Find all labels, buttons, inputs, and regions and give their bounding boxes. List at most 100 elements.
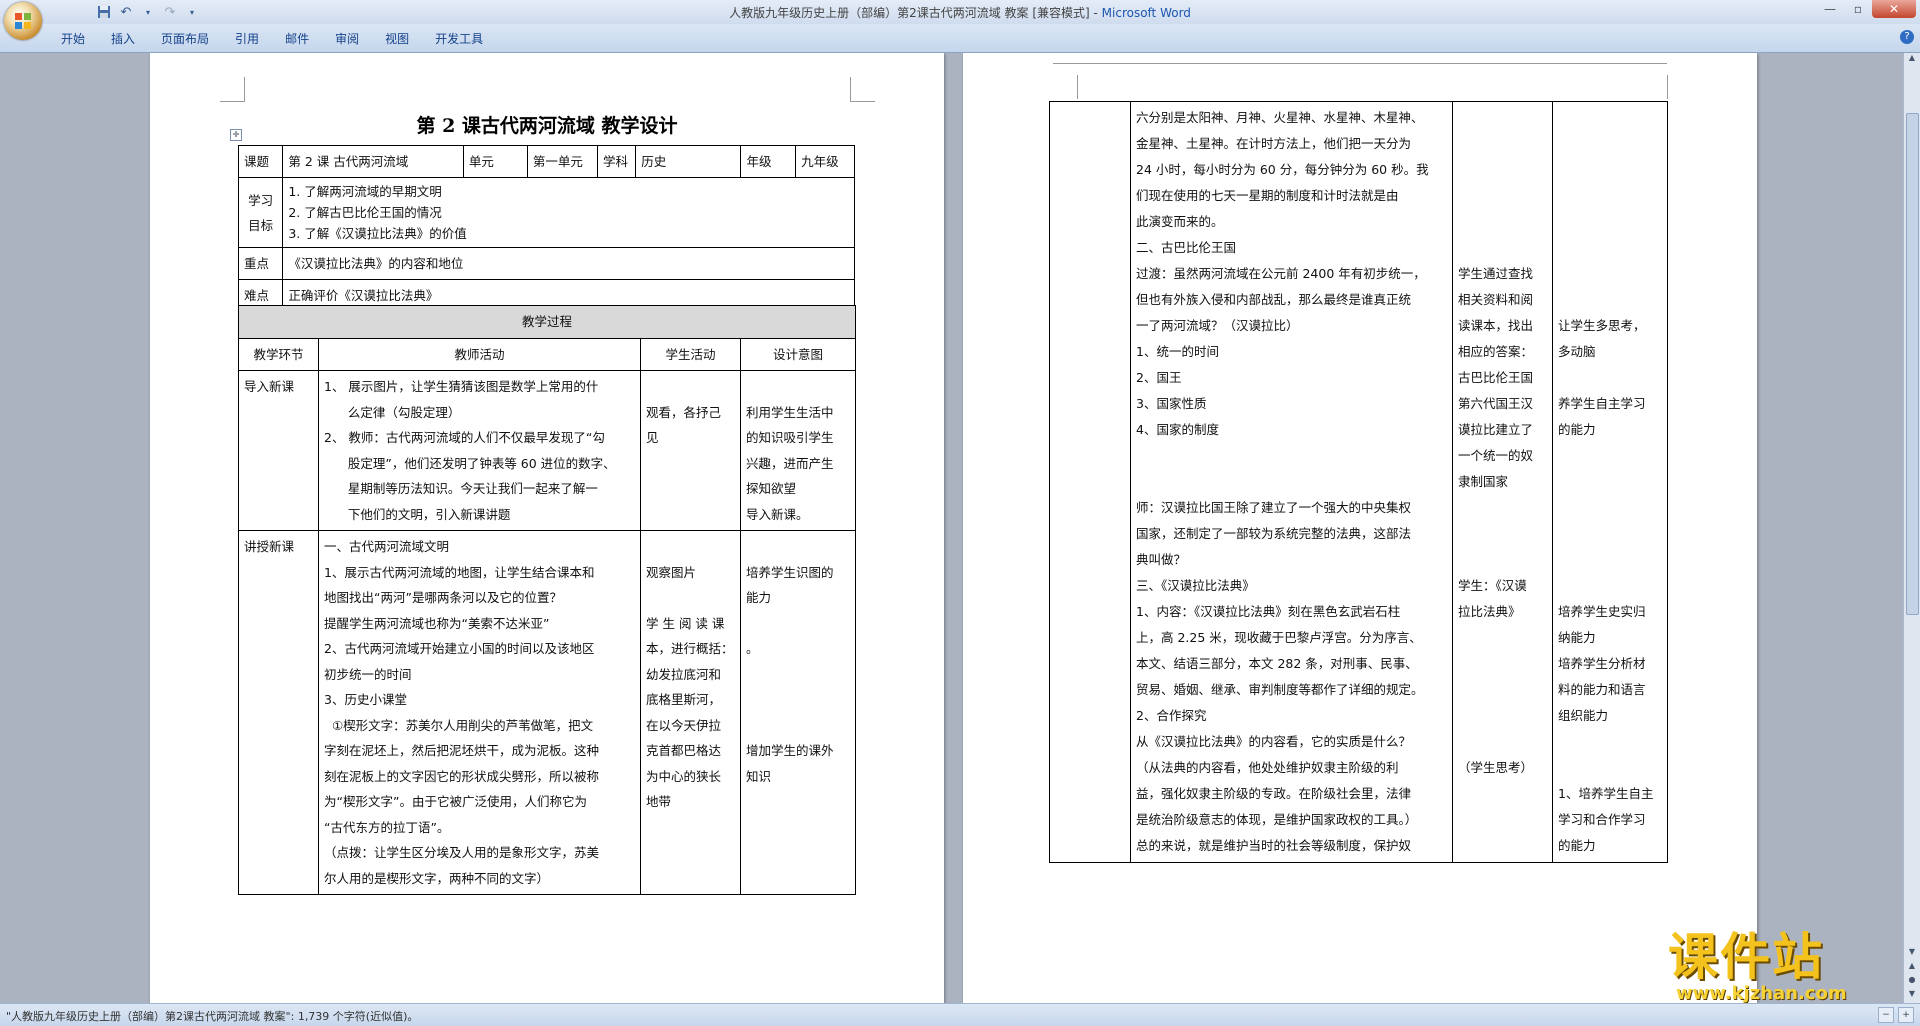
text-line: 刻在泥板上的文字因它的形状成尖劈形，所以被称 (324, 768, 600, 784)
text-line (1558, 573, 1662, 599)
window-controls: — ▫ ✕ (1816, 0, 1916, 18)
text-line: 1、统一的时间 (1136, 344, 1219, 359)
text-line (746, 866, 850, 892)
text-line: 提醒学生两河流域也称为“美索不达米亚” (324, 615, 550, 631)
text-line: 国家，还制定了一部较为系统完整的法典，这部法 (1136, 526, 1412, 541)
text-line: 克首都巴格达 (646, 743, 722, 758)
text-line (646, 866, 735, 892)
window-title-app: Microsoft Word (1101, 6, 1191, 20)
text-line: 学生通过查找 (1458, 266, 1534, 281)
text-line (1458, 651, 1547, 677)
unit-value[interactable]: 第一单元 (526, 145, 599, 178)
close-button[interactable]: ✕ (1872, 0, 1916, 18)
minimize-button[interactable]: — (1816, 0, 1844, 18)
tab-view[interactable]: 视图 (372, 28, 422, 49)
text-line (1558, 157, 1662, 183)
text-line: （学生思考） (1458, 760, 1534, 775)
text-line: 24 小时，每小时分为 60 分，每分钟分为 60 秒。我 (1136, 162, 1429, 177)
stage-cell[interactable] (1049, 101, 1131, 863)
text-line: 2、 教师：古代两河流域的人们不仅最早发现了“勾 (324, 430, 605, 445)
text-line: 一了两河流域？（汉谟拉比） (1136, 318, 1299, 333)
scroll-up-arrow-icon[interactable]: ▲ (1904, 53, 1920, 67)
table-row: 六分别是太阳神、月神、火星神、水星神、木星神、 金星神、土星神。在计时方法上，他们… (1049, 101, 1668, 863)
text-line (1458, 625, 1547, 651)
select-browse-object-icon[interactable]: ● (1904, 975, 1920, 989)
previous-page-icon[interactable]: ▲ (1904, 961, 1920, 975)
text-line: 是统治阶级意志的体现，是维护国家政权的工具。） (1136, 812, 1418, 827)
ribbon-tabs: 开始 插入 页面布局 引用 邮件 审阅 视图 开发工具 (48, 28, 496, 49)
tab-mailings[interactable]: 邮件 (272, 28, 322, 49)
text-line (746, 611, 850, 637)
text-line (1558, 443, 1662, 469)
lesson-value[interactable]: 第 2 课 古代两河流域 (282, 145, 464, 178)
goal-item: 3. 了解《汉谟拉比法典》的价值 (288, 226, 467, 241)
design-intent-cell[interactable]: 利用学生生活中 的知识吸引学生 兴趣，进而产生 探知欲望 导入新课。 (739, 370, 857, 531)
text-line: 见 (646, 430, 659, 445)
tab-review[interactable]: 审阅 (322, 28, 372, 49)
tab-insert[interactable]: 插入 (98, 28, 148, 49)
text-line: 古巴比伦王国 (1458, 370, 1534, 385)
text-line: 么定律（勾股定理） (324, 404, 461, 420)
maximize-button[interactable]: ▫ (1844, 0, 1872, 18)
text-line: 学生：《汉谟 (1458, 578, 1527, 593)
ribbon: 开始 插入 页面布局 引用 邮件 审阅 视图 开发工具 ? (0, 24, 1920, 53)
text-line (1458, 781, 1547, 807)
subject-value[interactable]: 历史 (635, 145, 742, 178)
design-intent-cell[interactable]: 培养学生识图的 能力 。 增加学生的课外 知识 (739, 530, 857, 895)
text-line: 地图找出“两河”是哪两条河以及它的位置？ (324, 590, 562, 605)
text-line: 读课本，找出 (1458, 318, 1534, 333)
text-line: 本，进行概括： (646, 641, 734, 656)
text-line: 幼发拉底河和 (646, 666, 722, 682)
tab-references[interactable]: 引用 (222, 28, 272, 49)
office-button[interactable] (4, 2, 42, 40)
lesson-info-table: 课题 第 2 课 古代两河流域 单元 第一单元 学科 历史 年级 九年级 学习目… (237, 145, 855, 312)
scroll-down-arrow-icon[interactable]: ▼ (1904, 947, 1920, 961)
watermark-cn: 课件站 (1668, 928, 1824, 986)
text-line: 2、合作探究 (1136, 708, 1207, 723)
label-subject: 学科 (597, 145, 637, 178)
help-icon[interactable]: ? (1900, 30, 1914, 44)
text-line: 星期制等历法知识。今天让我们一起来了解一 (324, 481, 598, 496)
key-point-value[interactable]: 《汉谟拉比法典》的内容和地位 (282, 247, 855, 280)
vertical-scrollbar[interactable]: ▲ ▼ ▲ ● ▼ (1903, 53, 1920, 1003)
text-line: 为中心的狭长 (646, 768, 722, 784)
text-line: 六分别是太阳神、月神、火星神、水星神、木星神、 (1136, 110, 1424, 125)
text-line (746, 815, 850, 841)
stage-cell[interactable]: 导入新课 (238, 370, 319, 531)
teacher-activity-cell[interactable]: 一、古代两河流域文明 1、展示古代两河流域的地图，让学生结合课本和 地图找出“两… (318, 530, 641, 895)
student-activity-cell[interactable]: 观察图片 学 生 阅 读 课 本，进行概括： 幼发拉底河和 底格里斯河， 在以今… (640, 530, 741, 895)
text-line (746, 534, 850, 560)
text-line: 为“楔形文字”。由于它被广泛使用，人们称它为 (324, 794, 587, 809)
text-line: 利用学生生活中 (746, 404, 834, 420)
tab-home[interactable]: 开始 (48, 28, 98, 49)
text-line: 的能力 (1558, 838, 1596, 853)
text-line: 培养学生分析材 (1558, 656, 1646, 671)
text-line: 贸易、婚姻、继承、审判制度等都作了详细的规定。 (1136, 682, 1424, 697)
grade-value[interactable]: 九年级 (795, 145, 855, 178)
process-heading: 教学过程 (237, 305, 857, 339)
design-intent-cell[interactable]: 让学生多思考， 多动脑 养学生自主学习 的能力 培养学生史实归 纳能力 培养学生分析材料… (1552, 101, 1668, 863)
tab-page-layout[interactable]: 页面布局 (148, 28, 222, 49)
text-line: 相关资料和阅 (1458, 292, 1534, 307)
teacher-activity-cell[interactable]: 1、 展示图片，让学生猜猜该图是数学上常用的什 么定律（勾股定理） 2、 教师：… (318, 370, 641, 531)
teacher-activity-cell[interactable]: 六分别是太阳神、月神、火星神、水星神、木星神、 金星神、土星神。在计时方法上，他们… (1130, 101, 1453, 863)
tab-developer[interactable]: 开发工具 (422, 28, 496, 49)
student-activity-cell[interactable]: 学生通过查找 相关资料和阅 读课本，找出 相应的答案： 古巴比伦王国 第六代国王汉 谟拉比建… (1452, 101, 1553, 863)
title-bar: ↶ ▾ ↷ ▾ 人教版九年级历史上册（部编）第2课古代两河流域 教案 [兼容模式… (0, 0, 1920, 24)
zoom-in-icon[interactable]: + (1898, 1007, 1914, 1023)
zoom-out-icon[interactable]: − (1878, 1007, 1894, 1023)
text-line: 益，强化奴隶主阶级的专政。在阶级社会里，法律 (1136, 786, 1412, 801)
table-row: 导入新课 1、 展示图片，让学生猜猜该图是数学上常用的什 么定律（勾股定理） 2… (238, 370, 857, 531)
text-line: 的能力 (1558, 422, 1596, 437)
document-workspace: ✛ 第 2 课古代两河流域 教学设计 课题 第 2 课 古代两河流域 单元 第一… (0, 53, 1904, 1003)
goals-cell[interactable]: 1. 了解两河流域的早期文明 2. 了解古巴比伦王国的情况 3. 了解《汉谟拉比… (282, 177, 855, 248)
stage-cell[interactable]: 讲授新课 (238, 530, 319, 895)
text-line (1558, 131, 1662, 157)
next-page-icon[interactable]: ▼ (1904, 989, 1920, 1003)
text-line (1458, 183, 1547, 209)
student-activity-cell[interactable]: 观看，各抒己 见 (640, 370, 741, 531)
text-line (1558, 183, 1662, 209)
text-line: 们现在使用的七天一星期的制度和计时法就是由 (1136, 188, 1399, 203)
label-lesson: 课题 (237, 145, 284, 178)
scrollbar-thumb[interactable] (1906, 113, 1919, 615)
